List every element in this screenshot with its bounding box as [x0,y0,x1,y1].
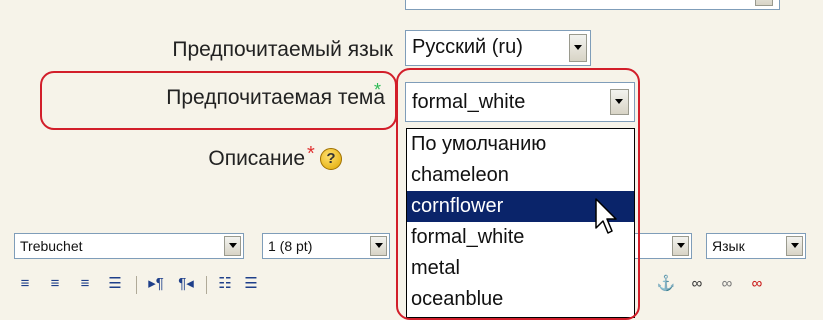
theme-label: Предпочитаемая тема [166,86,385,110]
ordered-list-icon[interactable]: ☷ [214,274,236,294]
anchor-icon[interactable]: ⚓ [656,274,676,294]
align-right-icon[interactable]: ≡ [74,274,96,294]
theme-option-oceanblue[interactable]: oceanblue [407,284,634,315]
theme-option-metal[interactable]: metal [407,253,634,284]
language-select[interactable]: Русский (ru) [405,30,591,66]
chevron-down-icon[interactable] [370,236,387,256]
align-justify-icon[interactable]: ☰ [104,274,126,294]
editor-language-select[interactable]: Язык [706,233,806,259]
font-size-value: 1 (8 pt) [268,238,313,254]
ltr-icon[interactable]: ▸¶ [144,274,168,294]
nolink-icon[interactable]: ∞ [746,274,768,294]
description-label: Описание [208,147,305,170]
description-required-mark: * [307,143,315,165]
theme-option-chameleon[interactable]: chameleon [407,160,634,191]
chevron-down-icon[interactable] [569,34,587,62]
chevron-down-icon[interactable] [755,0,773,6]
link-icon[interactable]: ∞ [686,274,708,294]
mouse-cursor-icon [595,198,617,234]
chevron-down-icon[interactable] [610,89,629,115]
theme-label-text: Предпочитаемая тема [166,86,385,109]
font-family-select[interactable]: Trebuchet [14,233,244,259]
align-center-icon[interactable]: ≡ [44,274,66,294]
language-label: Предпочитаемый язык [172,38,393,61]
theme-select[interactable]: formal_white [405,82,635,122]
theme-select-value: formal_white [412,91,526,113]
unordered-list-icon[interactable]: ☰ [240,274,262,294]
chevron-down-icon[interactable] [224,236,241,256]
help-icon[interactable]: ? [320,148,342,170]
language-select-value: Русский (ru) [412,36,523,58]
font-family-value: Trebuchet [20,238,83,254]
rtl-icon[interactable]: ¶◂ [174,274,198,294]
chevron-down-icon[interactable] [672,236,689,256]
unlink-icon[interactable]: ∞ [716,274,738,294]
toolbar-separator [206,276,207,294]
theme-option-default[interactable]: По умолчанию [407,129,634,160]
top-partial-select[interactable] [405,0,780,10]
font-size-select[interactable]: 1 (8 pt) [262,233,390,259]
toolbar-separator [136,276,137,294]
theme-required-mark: * [374,80,382,100]
editor-language-value: Язык [712,238,745,254]
align-left-icon[interactable]: ≡ [14,274,36,294]
chevron-down-icon[interactable] [786,236,803,256]
